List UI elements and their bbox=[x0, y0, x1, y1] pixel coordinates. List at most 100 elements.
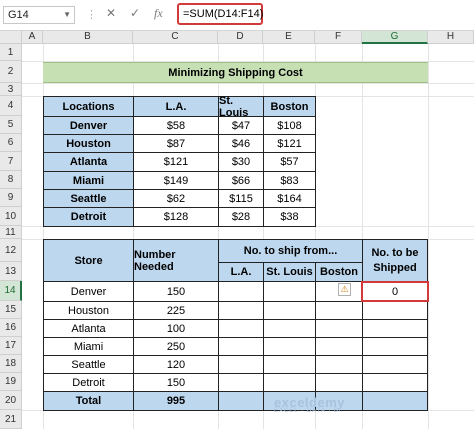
ship-row-needed[interactable]: 225 bbox=[133, 301, 219, 320]
total-needed[interactable]: 995 bbox=[133, 391, 219, 411]
ship-row-shipped[interactable] bbox=[362, 355, 428, 374]
row-header-16[interactable]: 16 bbox=[0, 319, 22, 337]
cost-cell[interactable]: $62 bbox=[133, 189, 219, 208]
ship-cell[interactable] bbox=[263, 301, 316, 320]
row-header-2[interactable]: 2 bbox=[0, 61, 22, 83]
active-cell[interactable]: 0 bbox=[361, 281, 429, 302]
ship-row-shipped[interactable] bbox=[362, 301, 428, 320]
ship-cell[interactable] bbox=[315, 337, 363, 356]
column-header-f[interactable]: F bbox=[315, 31, 362, 44]
row-header-17[interactable]: 17 bbox=[0, 337, 22, 355]
ship-cell[interactable] bbox=[315, 301, 363, 320]
select-all-corner[interactable] bbox=[0, 31, 22, 44]
cost-cell[interactable]: $115 bbox=[218, 189, 264, 208]
ship-cell[interactable] bbox=[315, 373, 363, 392]
ship-cell[interactable] bbox=[218, 355, 264, 374]
cost-row-location[interactable]: Atlanta bbox=[43, 152, 134, 172]
spreadsheet-grid[interactable]: A B C D E F G H 1 2 3 4 5 6 7 8 9 10 11 … bbox=[0, 31, 474, 429]
row-header-8[interactable]: 8 bbox=[0, 171, 22, 189]
ship-cell[interactable] bbox=[218, 319, 264, 338]
column-header-e[interactable]: E bbox=[263, 31, 315, 44]
ship-subheader-stlouis[interactable]: St. Louis bbox=[263, 262, 316, 282]
ship-cell[interactable] bbox=[263, 355, 316, 374]
chevron-down-icon[interactable]: ▼ bbox=[63, 7, 71, 23]
ship-row-store[interactable]: Seattle bbox=[43, 355, 134, 374]
ship-cell[interactable] bbox=[218, 301, 264, 320]
cost-row-location[interactable]: Miami bbox=[43, 171, 134, 190]
row-header-21[interactable]: 21 bbox=[0, 410, 22, 429]
row-header-9[interactable]: 9 bbox=[0, 189, 22, 207]
row-header-10[interactable]: 10 bbox=[0, 207, 22, 226]
cost-header-locations[interactable]: Locations bbox=[43, 96, 134, 117]
cost-cell[interactable]: $46 bbox=[218, 134, 264, 153]
cost-cell[interactable]: $83 bbox=[263, 171, 316, 190]
ship-row-store[interactable]: Detroit bbox=[43, 373, 134, 392]
ship-cell[interactable] bbox=[263, 281, 316, 302]
ship-row-store[interactable]: Miami bbox=[43, 337, 134, 356]
ship-cell[interactable] bbox=[218, 373, 264, 392]
ship-row-store[interactable]: Denver bbox=[43, 281, 134, 302]
cost-row-location[interactable]: Denver bbox=[43, 116, 134, 135]
column-header-d[interactable]: D bbox=[218, 31, 263, 44]
ship-cell[interactable] bbox=[263, 373, 316, 392]
ship-row-needed[interactable]: 250 bbox=[133, 337, 219, 356]
ship-row-store[interactable]: Atlanta bbox=[43, 319, 134, 338]
ship-cell[interactable] bbox=[315, 319, 363, 338]
ship-row-needed[interactable]: 150 bbox=[133, 281, 219, 302]
warning-icon[interactable]: ⚠ bbox=[338, 283, 351, 296]
ship-cell[interactable] bbox=[218, 337, 264, 356]
row-header-4[interactable]: 4 bbox=[0, 96, 22, 116]
cost-cell[interactable]: $38 bbox=[263, 207, 316, 227]
sheet-title[interactable]: Minimizing Shipping Cost bbox=[43, 62, 428, 83]
ship-header-store[interactable]: Store bbox=[43, 239, 134, 282]
ship-row-needed[interactable]: 150 bbox=[133, 373, 219, 392]
cost-cell[interactable]: $164 bbox=[263, 189, 316, 208]
total-cell[interactable] bbox=[218, 391, 264, 411]
row-header-20[interactable]: 20 bbox=[0, 391, 22, 410]
ship-row-needed[interactable]: 120 bbox=[133, 355, 219, 374]
column-header-b[interactable]: B bbox=[43, 31, 133, 44]
cost-cell[interactable]: $149 bbox=[133, 171, 219, 190]
cost-row-location[interactable]: Detroit bbox=[43, 207, 134, 227]
row-header-5[interactable]: 5 bbox=[0, 116, 22, 134]
ship-cell[interactable] bbox=[315, 355, 363, 374]
cost-header-la[interactable]: L.A. bbox=[133, 96, 219, 117]
row-header-13[interactable]: 13 bbox=[0, 262, 22, 281]
ship-cell[interactable] bbox=[218, 281, 264, 302]
cost-row-location[interactable]: Seattle bbox=[43, 189, 134, 208]
total-cell[interactable] bbox=[362, 391, 428, 411]
column-header-g[interactable]: G bbox=[362, 31, 428, 44]
row-header-12[interactable]: 12 bbox=[0, 239, 22, 262]
cost-cell[interactable]: $57 bbox=[263, 152, 316, 172]
name-box[interactable]: G14 ▼ bbox=[3, 6, 75, 24]
ship-row-shipped[interactable] bbox=[362, 319, 428, 338]
ship-header-needed[interactable]: Number Needed bbox=[133, 239, 219, 282]
row-header-15[interactable]: 15 bbox=[0, 301, 22, 319]
ship-header-shipped[interactable]: No. to be Shipped bbox=[362, 239, 428, 282]
cost-cell[interactable]: $47 bbox=[218, 116, 264, 135]
row-header-7[interactable]: 7 bbox=[0, 152, 22, 171]
row-header-11[interactable]: 11 bbox=[0, 226, 22, 239]
ship-row-shipped[interactable] bbox=[362, 373, 428, 392]
formula-input[interactable]: =SUM(D14:F14) bbox=[177, 3, 263, 25]
cost-row-location[interactable]: Houston bbox=[43, 134, 134, 153]
row-header-6[interactable]: 6 bbox=[0, 134, 22, 152]
column-header-h[interactable]: H bbox=[428, 31, 474, 44]
ship-row-needed[interactable]: 100 bbox=[133, 319, 219, 338]
cost-cell[interactable]: $121 bbox=[133, 152, 219, 172]
enter-icon[interactable]: ✓ bbox=[130, 6, 140, 20]
ship-cell[interactable] bbox=[263, 319, 316, 338]
ship-row-store[interactable]: Houston bbox=[43, 301, 134, 320]
row-header-3[interactable]: 3 bbox=[0, 83, 22, 96]
cost-cell[interactable]: $121 bbox=[263, 134, 316, 153]
cancel-icon[interactable]: ✕ bbox=[106, 6, 116, 20]
cost-cell[interactable]: $87 bbox=[133, 134, 219, 153]
cost-cell[interactable]: $128 bbox=[133, 207, 219, 227]
ship-cell[interactable] bbox=[263, 337, 316, 356]
cost-header-boston[interactable]: Boston bbox=[263, 96, 316, 117]
cost-cell[interactable]: $28 bbox=[218, 207, 264, 227]
cost-cell[interactable]: $30 bbox=[218, 152, 264, 172]
ship-subheader-boston[interactable]: Boston bbox=[315, 262, 363, 282]
cost-header-stlouis[interactable]: St. Louis bbox=[218, 95, 264, 119]
total-label[interactable]: Total bbox=[43, 391, 134, 411]
